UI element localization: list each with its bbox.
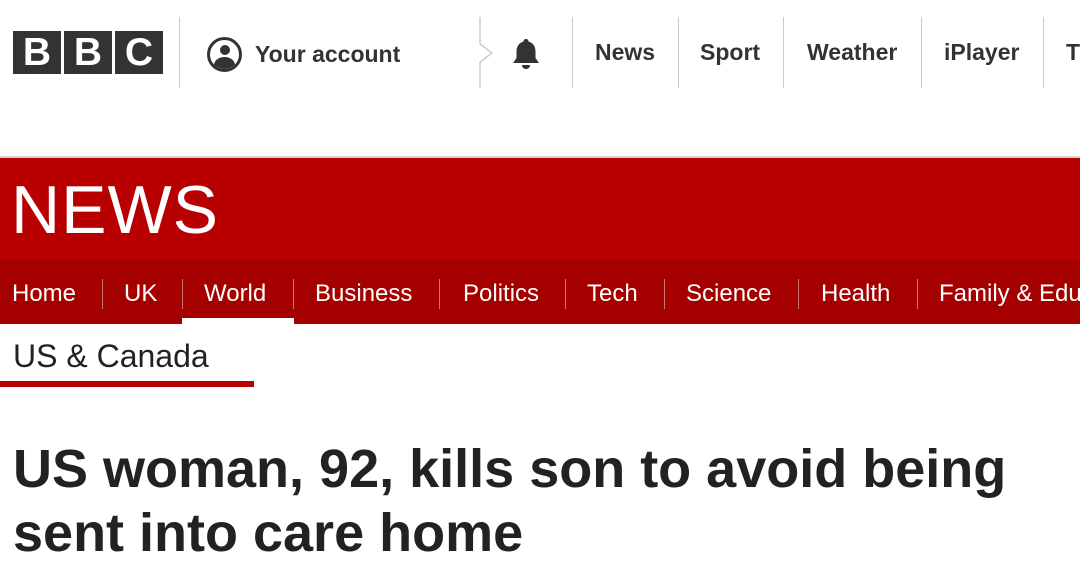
bbc-logo-block: C bbox=[115, 31, 163, 74]
nav-active-indicator bbox=[182, 318, 294, 324]
nav-separator bbox=[102, 279, 103, 309]
topnav-sport[interactable]: Sport bbox=[700, 17, 760, 88]
article-headline: US woman, 92, kills son to avoid being s… bbox=[13, 437, 1080, 565]
nav-world[interactable]: World bbox=[204, 260, 266, 324]
nav-science[interactable]: Science bbox=[686, 260, 771, 324]
nav-separator bbox=[917, 279, 918, 309]
nav-separator bbox=[565, 279, 566, 309]
bbc-masthead: B B C Your account News Sport Weather iP… bbox=[0, 0, 1080, 105]
nav-tech[interactable]: Tech bbox=[587, 260, 638, 324]
headline-line: sent into care home bbox=[13, 503, 524, 563]
nav-separator bbox=[664, 279, 665, 309]
bbc-logo-block: B bbox=[13, 31, 61, 74]
topnav-truncated[interactable]: T bbox=[1066, 17, 1080, 88]
your-account-link[interactable]: Your account bbox=[207, 36, 400, 72]
nav-separator bbox=[293, 279, 294, 309]
subnav-us-canada[interactable]: US & Canada bbox=[13, 336, 209, 376]
masthead-divider bbox=[572, 17, 573, 88]
nav-politics[interactable]: Politics bbox=[463, 260, 539, 324]
chevron-divider-icon bbox=[479, 17, 494, 88]
masthead-divider bbox=[921, 17, 922, 88]
bbc-logo-block: B bbox=[64, 31, 112, 74]
topnav-weather[interactable]: Weather bbox=[807, 17, 897, 88]
headline-line: US woman, 92, kills son to avoid being bbox=[13, 439, 1007, 499]
masthead-divider bbox=[1043, 17, 1044, 88]
bbc-logo[interactable]: B B C bbox=[13, 31, 163, 74]
subnav-active-indicator bbox=[0, 381, 254, 387]
nav-health[interactable]: Health bbox=[821, 260, 890, 324]
user-circle-icon bbox=[207, 36, 242, 72]
news-header: NEWS bbox=[0, 156, 1080, 260]
account-label: Your account bbox=[255, 40, 401, 67]
nav-business[interactable]: Business bbox=[315, 260, 412, 324]
masthead-divider bbox=[179, 17, 180, 88]
nav-home[interactable]: Home bbox=[12, 260, 76, 324]
masthead-divider bbox=[783, 17, 784, 88]
masthead-divider bbox=[678, 17, 679, 88]
nav-separator bbox=[439, 279, 440, 309]
nav-separator bbox=[798, 279, 799, 309]
topnav-news[interactable]: News bbox=[595, 17, 655, 88]
news-logo[interactable]: NEWS bbox=[11, 174, 219, 246]
bell-icon[interactable] bbox=[508, 36, 544, 72]
topnav-iplayer[interactable]: iPlayer bbox=[944, 17, 1019, 88]
nav-family-education[interactable]: Family & Edu bbox=[939, 260, 1080, 324]
news-section-nav: Home UK World Business Politics Tech Sci… bbox=[0, 260, 1080, 324]
nav-uk[interactable]: UK bbox=[124, 260, 157, 324]
nav-separator bbox=[182, 279, 183, 309]
